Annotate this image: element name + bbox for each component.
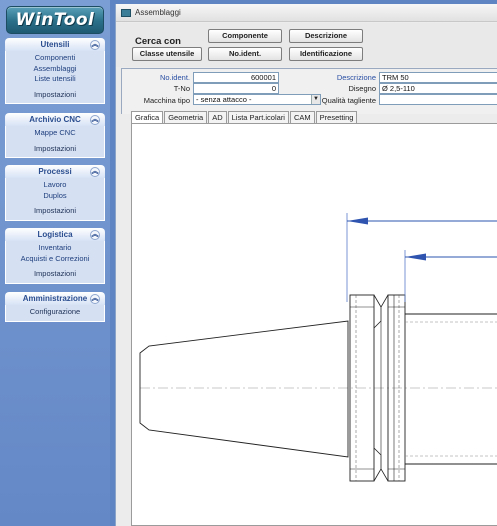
nav-link-configurazione[interactable]: Configurazione [6,307,104,318]
tab-cam[interactable]: CAM [289,111,315,123]
nav-link-impostazioni[interactable]: Impostazioni [6,206,104,217]
macchina-tipo-label: Macchina tipo [143,96,190,105]
disegno-field[interactable]: Ø 2,5-110 [379,83,497,94]
search-descrizione-button[interactable]: Descrizione [289,29,363,43]
nav-group-header[interactable]: Processi ︽ [5,165,105,178]
nav-link-impostazioni[interactable]: Impostazioni [6,90,104,101]
nav-group-header[interactable]: Utensili ︽ [5,38,105,51]
descrizione-label: Descrizione [336,73,376,82]
nav-group-body: Componenti Assemblaggi Liste utensili Im… [5,51,105,104]
dimension-arrow-2 [405,253,426,261]
search-identificazione-button[interactable]: Identificazione [289,47,363,61]
search-toolbar: Cerca con Componente Descrizione Classe … [116,23,497,67]
nav-link-inventario[interactable]: Inventario [6,243,104,254]
nav-link-lavoro[interactable]: Lavoro [6,180,104,191]
nav-group-title: Processi [38,167,72,176]
descrizione-field[interactable]: TRM 50 [379,72,497,83]
nav-group-logistica: Logistica ︽ Inventario Acquisti e Correz… [5,228,105,284]
tab-ad[interactable]: AD [208,111,227,123]
nav-link-impostazioni[interactable]: Impostazioni [6,144,104,155]
tno-label: T-No [173,84,190,93]
wintool-logo: WinTool [6,6,104,34]
qualita-tagliente-label: Qualità tagliente [321,96,376,105]
search-classe-utensile-button[interactable]: Classe utensile [132,47,202,61]
macchina-tipo-value: - senza attacco - [196,95,252,104]
nav-link-duplos[interactable]: Duplos [6,191,104,202]
noident-field[interactable]: 600001 [193,72,279,83]
taper-shank [139,320,349,458]
assembly-form: No.ident. 600001 T-No 0 Macchina tipo - … [121,68,497,114]
nav-link-impostazioni[interactable]: Impostazioni [6,269,104,280]
nav-link-liste-utensili[interactable]: Liste utensili [6,74,104,85]
nav-group-processi: Processi ︽ Lavoro Duplos Impostazioni [5,165,105,221]
window-app-icon [121,8,131,17]
qualita-tagliente-field[interactable] [379,94,497,105]
search-label: Cerca con [135,36,181,47]
nav-link-mappe-cnc[interactable]: Mappe CNC [6,128,104,139]
nav-group-body: Lavoro Duplos Impostazioni [5,178,105,221]
nav-group-title: Archivio CNC [29,115,81,124]
nav-group-body: Mappe CNC Impostazioni [5,126,105,158]
nav-link-componenti[interactable]: Componenti [6,53,104,64]
holder-body [405,313,497,465]
nav-group-body: Configurazione [5,305,105,322]
collapse-chevron-icon[interactable]: ︽ [90,293,100,304]
collapse-chevron-icon[interactable]: ︽ [90,166,100,177]
nav-link-acquisti-correzioni[interactable]: Acquisti e Correzioni [6,254,104,265]
tool-assembly-drawing [139,213,497,482]
window-title: Assemblaggi [135,8,181,17]
assemblaggi-window: Assemblaggi Cerca con Componente Descriz… [115,4,497,526]
tab-presetting[interactable]: Presetting [315,111,358,123]
nav-group-title: Logistica [37,230,73,239]
macchina-tipo-select[interactable]: - senza attacco - ▼ [193,94,321,105]
nav-group-title: Amministrazione [22,294,88,303]
tno-field[interactable]: 0 [193,83,279,94]
graphic-panel[interactable] [131,123,497,526]
logo-text: WinTool [15,10,95,30]
nav-group-title: Utensili [40,40,70,49]
collapse-chevron-icon[interactable]: ︽ [90,39,100,50]
collapse-chevron-icon[interactable]: ︽ [90,229,100,240]
collapse-chevron-icon[interactable]: ︽ [90,114,100,125]
sidebar: WinTool Utensili ︽ Componenti Assemblagg… [0,0,110,526]
nav-group-utensili: Utensili ︽ Componenti Assemblaggi Liste … [5,38,105,104]
nav-group-amministrazione: Amministrazione ︽ Configurazione [5,292,105,322]
nav-group-body: Inventario Acquisti e Correzioni Imposta… [5,241,105,284]
nav-group-header[interactable]: Amministrazione ︽ [5,292,105,305]
search-componente-button[interactable]: Componente [208,29,282,43]
nav-group-header[interactable]: Logistica ︽ [5,228,105,241]
tab-geometria[interactable]: Geometria [164,111,208,123]
dimension-arrow-1 [347,217,368,225]
nav-group-archivio-cnc: Archivio CNC ︽ Mappe CNC Impostazioni [5,113,105,158]
disegno-label: Disegno [348,84,376,93]
nav-group-header[interactable]: Archivio CNC ︽ [5,113,105,126]
tab-lista-particolari[interactable]: Lista Part.icolari [227,111,289,123]
detail-tabs: Grafica Geometria AD Lista Part.icolari … [131,111,358,124]
search-noident-button[interactable]: No.ident. [208,47,282,61]
noident-label: No.ident. [159,73,190,82]
nav-link-assemblaggi[interactable]: Assemblaggi [6,64,104,75]
window-titlebar: Assemblaggi [116,4,497,22]
